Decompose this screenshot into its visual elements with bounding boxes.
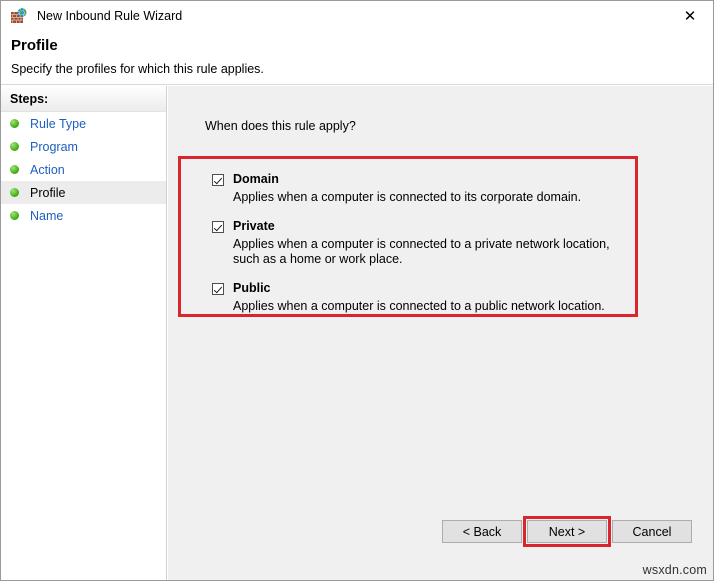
steps-header-label: Steps: xyxy=(10,92,48,106)
page-title: Profile xyxy=(11,37,58,54)
footer-button-bar: < Back Next > Cancel wsxdn.com xyxy=(168,510,713,580)
step-bullet-icon xyxy=(10,188,19,197)
domain-checkbox[interactable] xyxy=(212,174,224,186)
profile-option-domain[interactable]: Domain Applies when a computer is connec… xyxy=(212,172,638,205)
profile-option-description: Applies when a computer is connected to … xyxy=(233,299,638,314)
sidebar-item-label: Action xyxy=(30,163,65,177)
profile-option-description: Applies when a computer is connected to … xyxy=(233,190,638,205)
title-bar: New Inbound Rule Wizard ✕ xyxy=(1,1,713,31)
back-button[interactable]: < Back xyxy=(442,520,522,543)
profile-option-label: Private xyxy=(233,219,275,233)
profile-option-private[interactable]: Private Applies when a computer is conne… xyxy=(212,219,638,267)
next-button-highlight xyxy=(523,516,611,547)
window-title: New Inbound Rule Wizard xyxy=(37,9,182,23)
profile-option-description: Applies when a computer is connected to … xyxy=(233,237,638,267)
question-label: When does this rule apply? xyxy=(205,119,356,133)
step-bullet-icon xyxy=(10,165,19,174)
page-header: Profile Specify the profiles for which t… xyxy=(1,31,713,85)
profile-options-highlight: Domain Applies when a computer is connec… xyxy=(178,156,638,317)
private-checkbox[interactable] xyxy=(212,221,224,233)
steps-sidebar: Steps: Rule Type Program Action Profile … xyxy=(1,86,167,580)
sidebar-item-action[interactable]: Action xyxy=(1,158,166,181)
sidebar-item-label: Program xyxy=(30,140,78,154)
sidebar-item-label: Rule Type xyxy=(30,117,86,131)
profile-option-label: Public xyxy=(233,281,271,295)
watermark: wsxdn.com xyxy=(643,563,707,577)
sidebar-item-label: Profile xyxy=(30,186,65,200)
step-bullet-icon xyxy=(10,142,19,151)
firewall-globe-icon xyxy=(10,7,28,25)
page-subtitle: Specify the profiles for which this rule… xyxy=(11,62,264,76)
profile-option-label: Domain xyxy=(233,172,279,186)
wizard-window: New Inbound Rule Wizard ✕ Profile Specif… xyxy=(0,0,714,581)
step-bullet-icon xyxy=(10,211,19,220)
steps-header: Steps: xyxy=(1,86,166,112)
close-icon[interactable]: ✕ xyxy=(667,1,713,31)
sidebar-item-profile[interactable]: Profile xyxy=(1,181,166,204)
sidebar-item-program[interactable]: Program xyxy=(1,135,166,158)
step-bullet-icon xyxy=(10,119,19,128)
profile-option-public[interactable]: Public Applies when a computer is connec… xyxy=(212,281,638,314)
sidebar-item-label: Name xyxy=(30,209,63,223)
sidebar-item-name[interactable]: Name xyxy=(1,204,166,227)
cancel-button[interactable]: Cancel xyxy=(612,520,692,543)
content-pane: When does this rule apply? Domain Applie… xyxy=(168,86,713,580)
public-checkbox[interactable] xyxy=(212,283,224,295)
sidebar-item-rule-type[interactable]: Rule Type xyxy=(1,112,166,135)
